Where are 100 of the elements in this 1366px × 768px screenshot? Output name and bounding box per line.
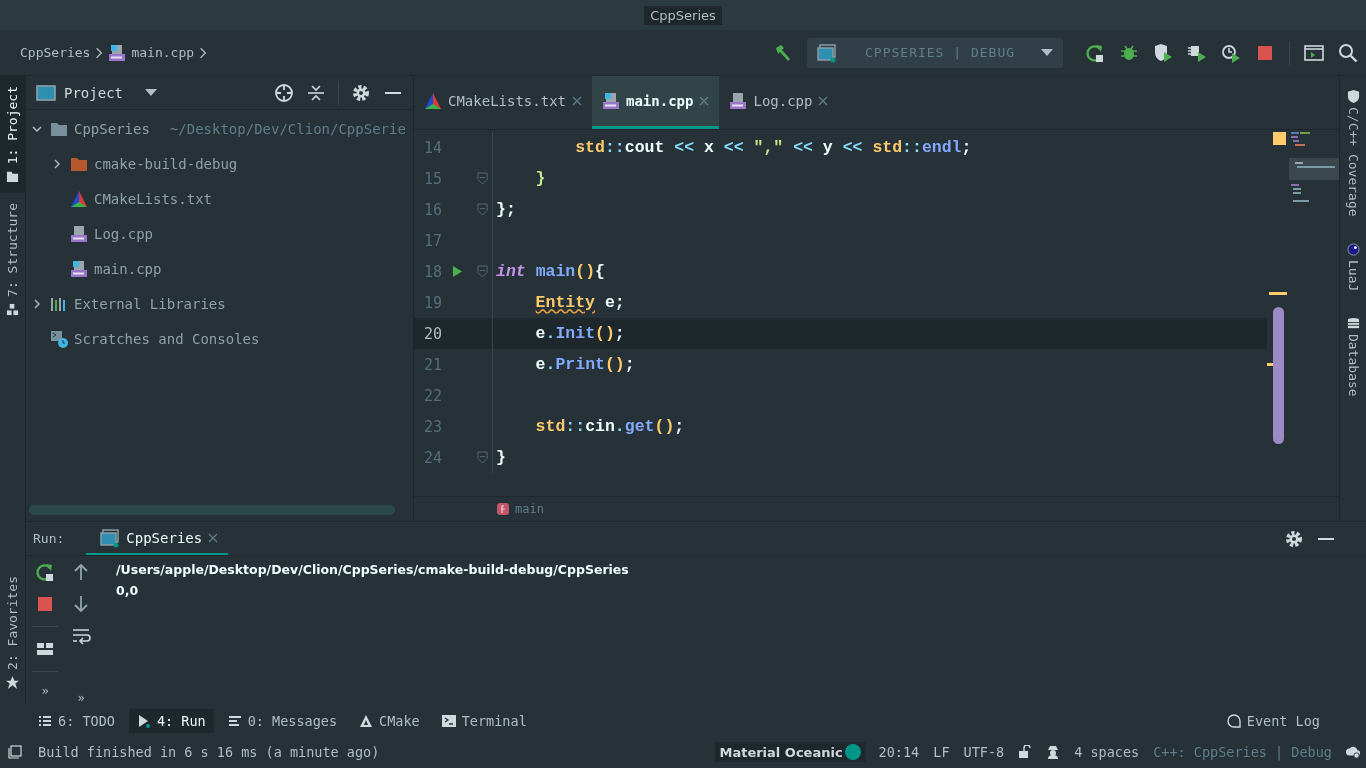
- speech-bubble-icon: [1226, 713, 1241, 728]
- tool-window-button[interactable]: 6: TODO: [30, 708, 123, 733]
- arrow-down-icon[interactable]: [71, 594, 91, 614]
- editor-tab[interactable]: main.cpp: [592, 76, 720, 129]
- folder-icon: [6, 170, 19, 184]
- tool-window-tab[interactable]: Database: [1345, 316, 1361, 397]
- tree-item[interactable]: Scratches and Consoles: [74, 330, 260, 347]
- tool-window-button[interactable]: Terminal: [433, 708, 535, 733]
- more-button[interactable]: »: [41, 684, 49, 698]
- hammer-icon[interactable]: [773, 42, 793, 63]
- function-icon: [497, 503, 509, 515]
- close-icon[interactable]: [818, 96, 829, 106]
- cpp-file-icon: [602, 92, 620, 110]
- inspector-icon[interactable]: [1046, 745, 1061, 759]
- chevron-right-icon: [95, 46, 104, 59]
- more-button[interactable]: »: [77, 691, 85, 705]
- terminal-window-icon[interactable]: [1304, 42, 1324, 63]
- soft-wrap-icon[interactable]: [71, 626, 91, 646]
- tree-item[interactable]: Log.cpp: [94, 225, 153, 242]
- panel-title[interactable]: Project: [64, 84, 123, 101]
- rerun-icon[interactable]: [1085, 42, 1105, 63]
- tool-window-tab[interactable]: 1: Project: [0, 76, 25, 194]
- fold-marker-icon[interactable]: [476, 265, 488, 278]
- caret-position[interactable]: 20:14: [878, 744, 920, 760]
- event-log-button[interactable]: Event Log: [1218, 708, 1328, 733]
- line-number: 21: [422, 355, 442, 374]
- triangle-icon: [359, 713, 374, 728]
- run-tab[interactable]: CppSeries: [86, 522, 229, 555]
- scratches-icon: [50, 329, 68, 348]
- code-line: e.Print();: [534, 355, 635, 374]
- tool-window-tab[interactable]: LuaJ: [1345, 242, 1361, 291]
- line-separator[interactable]: LF: [933, 744, 950, 760]
- play-icon: [136, 713, 151, 728]
- close-icon[interactable]: [572, 96, 582, 106]
- console-output: /Users/apple/Desktop/Dev/Clion/CppSeries/cmake-build-debug/CppSeries: [116, 562, 629, 579]
- file-encoding[interactable]: UTF-8: [963, 744, 1005, 760]
- line-number: 20: [422, 324, 442, 343]
- code-line: Entity e;: [534, 293, 625, 312]
- tree-item[interactable]: main.cpp: [94, 260, 162, 277]
- status-message: Build finished in 6 s 16 ms (a minute ago): [38, 744, 380, 760]
- code-line: std::cin.get();: [534, 417, 685, 436]
- collapse-icon[interactable]: [306, 82, 326, 103]
- fold-marker-icon[interactable]: [476, 451, 488, 464]
- tree-item[interactable]: CppSeries: [74, 120, 150, 137]
- code-line: }: [495, 448, 506, 467]
- planet-icon: [1346, 242, 1360, 256]
- line-number: 23: [422, 417, 442, 436]
- stop-icon[interactable]: [35, 594, 55, 614]
- tool-window-button[interactable]: CMake: [351, 708, 428, 733]
- cpp-file-icon: [70, 259, 88, 278]
- tree-item[interactable]: External Libraries: [74, 295, 226, 312]
- window-icon: [100, 527, 121, 548]
- rerun-icon[interactable]: [35, 562, 55, 582]
- chevron-right-icon: [199, 46, 208, 59]
- console-output: 0,0: [116, 583, 140, 600]
- code-line: }: [534, 169, 546, 188]
- tool-window-button[interactable]: 0: Messages: [219, 708, 346, 733]
- tree-item[interactable]: CMakeLists.txt: [94, 190, 212, 207]
- code-line: std::cout << x << "," << y << std::endl;: [574, 138, 972, 157]
- code-line: e.Init();: [534, 324, 625, 343]
- tool-window-tab[interactable]: 2: Favorites: [0, 566, 25, 699]
- breadcrumb[interactable]: main.cpp: [131, 45, 195, 60]
- fold-marker-icon[interactable]: [476, 203, 488, 216]
- help-cloud-icon[interactable]: [1346, 745, 1360, 759]
- caret-icon[interactable]: [145, 88, 157, 97]
- run-icon[interactable]: [451, 265, 463, 278]
- editor-tab[interactable]: Log.cpp: [719, 76, 839, 129]
- line-number: 17: [422, 231, 442, 250]
- tree-item[interactable]: cmake-build-debug: [94, 155, 238, 172]
- theme-indicator[interactable]: Material Oceanic: [715, 742, 865, 762]
- fold-marker-icon[interactable]: [476, 172, 488, 185]
- indent-setting[interactable]: 4 spaces: [1074, 744, 1140, 760]
- line-number: 24: [422, 448, 442, 467]
- shield-icon: [1346, 90, 1360, 103]
- window-icon: [817, 42, 837, 63]
- scrollbar[interactable]: [29, 505, 395, 515]
- messages-icon: [227, 713, 242, 728]
- cpp-file-icon: [70, 224, 88, 243]
- search-icon[interactable]: [1338, 42, 1358, 63]
- settings-icon[interactable]: [351, 82, 371, 103]
- tool-window-tab[interactable]: 7: Structure: [0, 193, 25, 327]
- close-icon[interactable]: [208, 532, 219, 543]
- profiler-icon[interactable]: [1221, 42, 1241, 63]
- line-number: 19: [422, 293, 442, 312]
- scrollbar[interactable]: [1273, 307, 1284, 444]
- line-number: 15: [422, 169, 442, 188]
- database-icon: [1346, 316, 1360, 330]
- panel-toggle-icon[interactable]: [8, 745, 22, 759]
- tool-window-button[interactable]: 4: Run: [128, 708, 214, 733]
- terminal-icon: [441, 713, 456, 728]
- shield-run-icon[interactable]: [1153, 42, 1173, 63]
- target-icon[interactable]: [274, 82, 294, 103]
- unlocked-icon[interactable]: [1018, 745, 1033, 759]
- code-line: int main(){: [495, 262, 605, 281]
- line-number: 22: [422, 386, 442, 405]
- editor-tab[interactable]: CMakeLists.txt: [414, 76, 592, 129]
- folder-path: ~/Desktop/Dev/Clion/CppSerie: [169, 120, 406, 137]
- settings-icon[interactable]: [1284, 528, 1304, 549]
- tool-window-tab[interactable]: C/C++ Coverage: [1345, 90, 1361, 217]
- breadcrumb[interactable]: CppSeries: [20, 45, 91, 60]
